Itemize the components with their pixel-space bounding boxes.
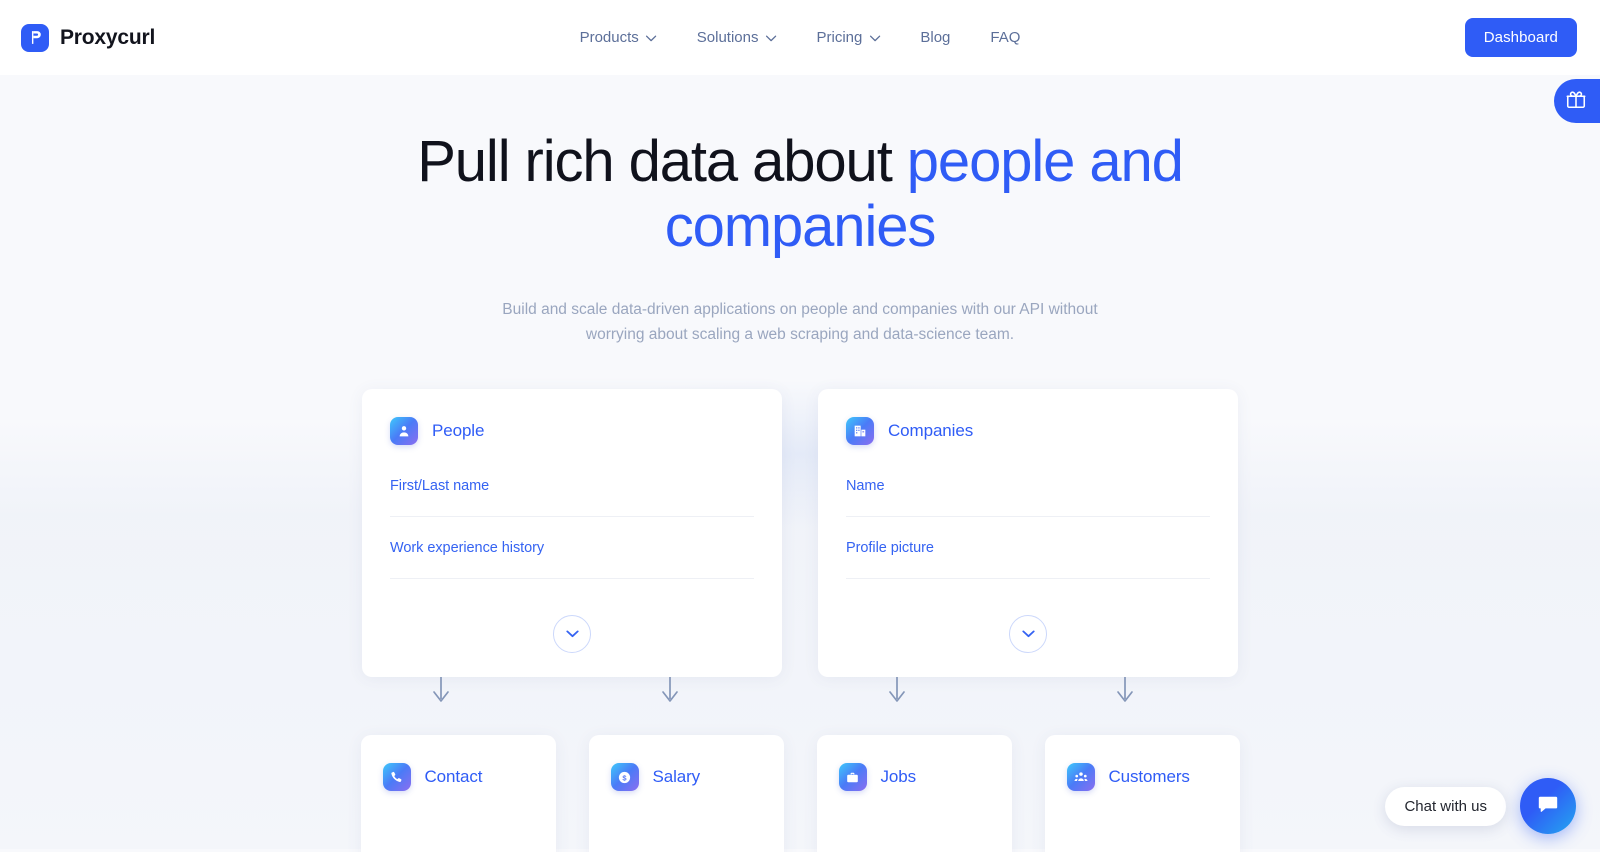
dollar-coin-icon: $ (610, 763, 639, 792)
card-title: Salary (652, 767, 701, 787)
gift-icon (1565, 88, 1587, 115)
chevron-down-icon (1021, 625, 1035, 643)
site-header: Proxycurl Products Solutions Pricing Blo… (0, 0, 1600, 75)
nav-item-label: Solutions (696, 29, 759, 46)
card-title: Companies (888, 421, 974, 441)
card-title: Customers (1108, 767, 1190, 787)
card-header: Customers (1066, 763, 1218, 792)
people-group-icon (1066, 763, 1095, 792)
card-header: Jobs (838, 763, 990, 792)
field-row[interactable]: Work experience history (390, 517, 754, 580)
card-title: Jobs (880, 767, 917, 787)
hero-section: Pull rich data about people and companie… (0, 75, 1600, 347)
brand-logo[interactable]: Proxycurl (21, 23, 156, 52)
expand-people-button[interactable] (553, 615, 591, 654)
card-title: Contact (424, 767, 483, 787)
card-salary[interactable]: $ Salary (588, 735, 784, 852)
field-row[interactable]: Profile picture (846, 517, 1210, 580)
nav-item-faq[interactable]: FAQ (970, 21, 1040, 54)
phone-icon (382, 763, 411, 792)
card-header: People (390, 417, 754, 446)
card-people[interactable]: People First/Last name Work experience h… (362, 389, 782, 678)
card-header: $ Salary (610, 763, 762, 792)
building-icon (846, 417, 874, 446)
nav-item-products[interactable]: Products (560, 21, 677, 54)
card-customers[interactable]: Customers (1044, 735, 1240, 852)
nav-item-label: Products (579, 29, 639, 46)
api-diagram: People First/Last name Work experience h… (0, 379, 1600, 852)
chat-widget: Chat with us (1385, 778, 1576, 834)
field-row[interactable]: First/Last name (390, 455, 754, 518)
person-icon (390, 417, 418, 446)
expand-companies-button[interactable] (1009, 615, 1047, 654)
card-contact[interactable]: Contact (360, 735, 556, 852)
card-title: People (432, 421, 485, 441)
nav-item-pricing[interactable]: Pricing (797, 21, 901, 54)
chevron-down-icon (646, 29, 657, 46)
nav-item-label: Blog (920, 29, 951, 46)
nav-item-label: Pricing (816, 29, 863, 46)
brand-name: Proxycurl (60, 25, 156, 49)
card-header: Companies (846, 417, 1210, 446)
chevron-down-icon (565, 625, 579, 643)
card-header: Contact (382, 763, 534, 792)
enrichment-cards-row: Contact $ Salary Jobs Customers (0, 735, 1600, 852)
chat-bubble-icon (1536, 792, 1560, 821)
proxycurl-logo-icon (21, 23, 49, 52)
chevron-down-icon (765, 29, 777, 46)
page-title: Pull rich data about people and companie… (410, 129, 1190, 260)
gift-promo-tab[interactable] (1554, 79, 1600, 123)
nav-item-solutions[interactable]: Solutions (677, 21, 797, 54)
chat-launcher-button[interactable] (1520, 778, 1576, 834)
hero-title-plain: Pull rich data about (417, 129, 907, 194)
nav-item-blog[interactable]: Blog (900, 21, 970, 54)
nav-item-label: FAQ (990, 29, 1021, 46)
briefcase-icon (838, 763, 867, 792)
field-row[interactable]: Name (846, 455, 1210, 518)
chat-prompt-pill[interactable]: Chat with us (1385, 786, 1506, 826)
card-companies[interactable]: Companies Name Profile picture (818, 389, 1238, 678)
card-jobs[interactable]: Jobs (816, 735, 1012, 852)
hero-subtitle: Build and scale data-driven applications… (502, 300, 1098, 344)
main-nav: Products Solutions Pricing Blog FAQ (560, 21, 1041, 54)
entity-cards-row: People First/Last name Work experience h… (0, 389, 1600, 678)
dashboard-button[interactable]: Dashboard (1464, 18, 1577, 57)
chevron-down-icon (869, 29, 881, 46)
